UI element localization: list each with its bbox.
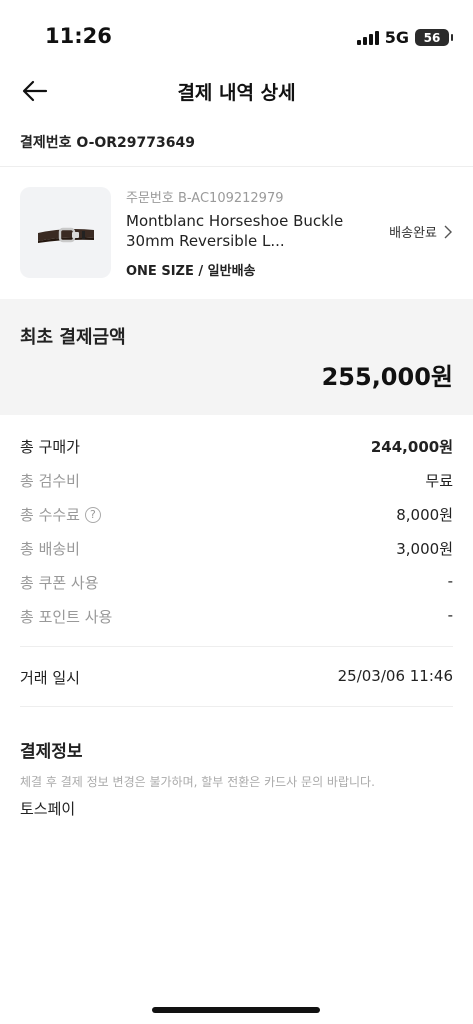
row-total-price: 총 구매가 244,000원 <box>20 430 453 464</box>
help-icon[interactable]: ? <box>84 506 101 523</box>
belt-image <box>38 227 94 243</box>
row-label: 총 포인트 사용 <box>20 608 113 626</box>
summary-amount: 255,000원 <box>321 363 453 391</box>
page-title: 결제 내역 상세 <box>177 82 296 104</box>
payment-info-title: 결제정보 <box>20 742 83 762</box>
delivery-status-link[interactable]: 배송완료 <box>389 222 453 241</box>
row-label: 총 검수비 <box>20 472 80 490</box>
divider <box>20 706 453 707</box>
product-code-value: B-AC109212979 <box>177 191 284 206</box>
row-label: 총 구매가 <box>20 438 80 456</box>
initial-payment-summary: 최초 결제금액 255,000원 <box>0 299 473 415</box>
chevron-right-icon <box>444 225 452 238</box>
order-number-label: 결제번호 <box>20 135 72 151</box>
row-value: 8,000원 <box>396 506 453 524</box>
row-shipping-fee: 총 배송비 3,000원 <box>20 532 453 566</box>
row-points: 총 포인트 사용 - <box>20 600 453 634</box>
row-label: 총 쿠폰 사용 <box>20 574 99 592</box>
status-time: 11:26 <box>45 24 112 48</box>
row-label-wrap: 총 수수료 ? <box>20 504 101 525</box>
row-commission: 총 수수료 ? 8,000원 <box>20 498 453 532</box>
row-label: 총 수수료 <box>20 506 80 524</box>
product-card[interactable]: 주문번호 B-AC109212979 Montblanc Horseshoe B… <box>0 167 473 298</box>
order-number-value: O-OR29773649 <box>76 135 195 151</box>
trade-date-value: 25/03/06 11:46 <box>337 667 453 685</box>
nav-bar: 결제 내역 상세 <box>0 70 473 114</box>
payment-breakdown: 총 구매가 244,000원 총 검수비 무료 총 수수료 ? 8,000원 총… <box>20 430 453 634</box>
payment-method: 토스페이 <box>20 800 76 818</box>
payment-info-note: 체결 후 결제 정보 변경은 불가하며, 할부 전환은 카드사 문의 바랍니다. <box>20 775 375 789</box>
network-label: 5G <box>384 28 409 47</box>
row-value: 3,000원 <box>396 540 453 558</box>
home-indicator[interactable] <box>152 1007 320 1013</box>
battery-icon: 56 <box>415 29 453 46</box>
status-bar: 11:26 5G 56 <box>0 0 473 70</box>
product-code-label: 주문번호 <box>126 191 174 206</box>
product-name: Montblanc Horseshoe Buckle 30mm Reversib… <box>126 212 344 250</box>
product-option: ONE SIZE / 일반배송 <box>126 264 256 279</box>
row-coupon: 총 쿠폰 사용 - <box>20 566 453 600</box>
status-indicators: 5G 56 <box>356 28 453 47</box>
trade-date-label: 거래 일시 <box>20 669 80 687</box>
row-label: 총 배송비 <box>20 540 80 558</box>
signal-icon <box>356 30 379 45</box>
divider <box>20 646 453 647</box>
delivery-status-label: 배송완료 <box>389 226 437 241</box>
row-value: - <box>447 572 453 590</box>
product-image <box>20 187 111 278</box>
order-number: 결제번호 O-OR29773649 <box>20 132 195 152</box>
summary-label: 최초 결제금액 <box>20 327 126 348</box>
row-value: - <box>447 606 453 624</box>
row-inspection-fee: 총 검수비 무료 <box>20 464 453 498</box>
row-value: 무료 <box>425 472 453 490</box>
product-code: 주문번호 B-AC109212979 <box>126 187 284 206</box>
row-value: 244,000원 <box>370 438 453 456</box>
